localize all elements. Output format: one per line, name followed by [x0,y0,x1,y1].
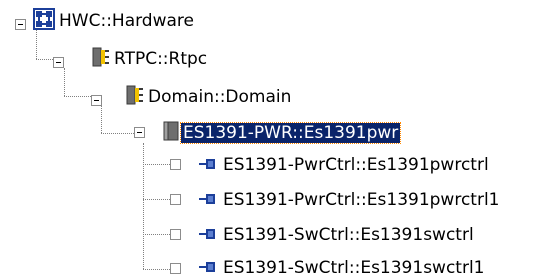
hardware-grid-icon [33,7,55,35]
tree-node-leaf[interactable]: ES1391-SwCtrl::Es1391swctrl [199,224,476,246]
domain-block-icon [126,85,144,110]
tree-node-es1391-pwr[interactable]: ES1391-PWR::Es1391pwr [163,121,402,146]
leaf-checkbox-3[interactable] [170,229,181,240]
channel-icon [199,225,219,245]
tree-node-rtpc[interactable]: RTPC::Rtpc [92,47,209,72]
minus-icon [18,24,23,25]
minus-icon [94,100,99,101]
tree-node-domain[interactable]: Domain::Domain [126,85,293,110]
channel-icon [199,190,219,210]
tree-node-label: RTPC::Rtpc [114,49,208,69]
expand-collapse-toggle-rtpc[interactable] [53,57,64,68]
expand-collapse-toggle-domain[interactable] [91,95,102,106]
tree-connector [143,269,170,270]
leaf-checkbox-2[interactable] [170,194,181,205]
tree-connector [101,133,134,134]
tree-node-label: ES1391-SwCtrl::Es1391swctrl1 [223,258,485,278]
leaf-checkbox-4[interactable] [170,263,181,274]
tree-node-leaf[interactable]: ES1391-PwrCtrl::Es1391pwrctrl1 [199,189,502,211]
leaf-checkbox-1[interactable] [170,159,181,170]
tree-connector [143,143,144,269]
channel-icon [199,155,219,175]
tree-connector [143,164,170,165]
hardware-tree-view: HWC::Hardware RTPC::Rtpc Domain::Domain … [0,0,536,279]
tree-connector [64,68,65,96]
tree-node-label: Domain::Domain [148,87,292,107]
tree-node-leaf[interactable]: ES1391-PwrCtrl::Es1391pwrctrl [199,154,491,176]
tree-node-label: ES1391-PwrCtrl::Es1391pwrctrl1 [223,190,500,210]
expand-collapse-toggle-es1391-pwr[interactable] [134,127,145,138]
tree-connector [101,106,102,133]
tree-connector [36,59,53,60]
minus-icon [56,62,61,63]
tree-node-label: ES1391-SwCtrl::Es1391swctrl [223,225,474,245]
tree-connector [143,234,170,235]
tree-node-label: ES1391-PwrCtrl::Es1391pwrctrl [223,155,489,175]
tree-node-label: HWC::Hardware [59,11,194,31]
channel-icon [199,258,219,278]
tree-node-leaf[interactable]: ES1391-SwCtrl::Es1391swctrl1 [199,257,487,279]
tree-connector [143,199,170,200]
module-block-icon [92,47,110,72]
board-icon [163,121,179,146]
tree-connector [64,96,91,97]
tree-node-label: ES1391-PWR::Es1391pwr [179,122,402,144]
tree-node-hardware[interactable]: HWC::Hardware [33,7,196,35]
expand-collapse-toggle-hardware[interactable] [15,19,26,30]
minus-icon [137,132,142,133]
